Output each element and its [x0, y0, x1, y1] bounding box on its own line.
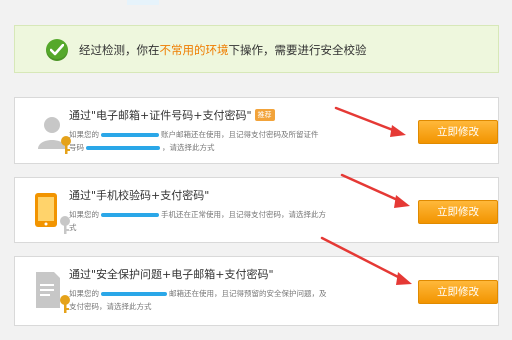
option-title: 通过"安全保护问题+电子邮箱+支付密码" — [69, 268, 274, 281]
desc-line-2: 式 — [69, 223, 77, 232]
option-title: 通过"电子邮箱+证件号码+支付密码" 推荐 — [69, 107, 275, 123]
alert-text-after: 下操作，需要进行安全校验 — [228, 43, 367, 57]
option-description: 如果您的 邮箱还在使用，且记得预留的安全保护问题，及 支付密码，请选择此方式 — [69, 287, 354, 313]
modify-now-button[interactable]: 立即修改 — [418, 280, 498, 304]
option-card-security-question: 通过"安全保护问题+电子邮箱+支付密码" 如果您的 邮箱还在使用，且记得预留的安全… — [14, 256, 499, 326]
top-tab-strip — [127, 0, 159, 5]
desc-prefix: 如果您的 — [69, 289, 99, 298]
option-title: 通过"手机校验码+支付密码" — [69, 189, 210, 202]
alert-message: 经过检测，你在不常用的环境下操作，需要进行安全校验 — [79, 42, 367, 58]
option-card-phone: 通过"手机校验码+支付密码" 如果您的 手机还在正常使用，且记得支付密码，请选择此… — [14, 177, 499, 243]
desc-line-1: 邮箱还在使用，且记得预留的安全保护问题，及 — [169, 289, 327, 298]
redacted-info — [101, 213, 159, 217]
alert-text-highlight: 不常用的环境 — [159, 43, 229, 57]
modify-now-button[interactable]: 立即修改 — [418, 120, 498, 144]
desc-line-2: 支付密码，请选择此方式 — [69, 302, 152, 311]
desc-line-2b: ，请选择此方式 — [162, 143, 215, 152]
modify-now-button[interactable]: 立即修改 — [418, 200, 498, 224]
check-circle-icon — [46, 39, 68, 61]
recommend-badge: 推荐 — [254, 109, 275, 121]
option-card-email: 通过"电子邮箱+证件号码+支付密码" 推荐 如果您的 账户邮箱还在使用，且记得支付密… — [14, 97, 499, 164]
desc-prefix: 如果您的 — [69, 130, 99, 139]
redacted-info — [101, 133, 159, 137]
option-description: 如果您的 账户邮箱还在使用，且记得支付密码及所留证件 号码 ，请选择此方式 — [69, 128, 354, 154]
desc-line-1: 账户邮箱还在使用，且记得支付密码及所留证件 — [161, 130, 319, 139]
security-alert: 经过检测，你在不常用的环境下操作，需要进行安全校验 — [14, 25, 499, 73]
alert-text-before: 经过检测，你在 — [79, 43, 160, 57]
desc-line-2a: 号码 — [69, 143, 84, 152]
option-description: 如果您的 手机还在正常使用，且记得支付密码，请选择此方 式 — [69, 208, 354, 234]
desc-prefix: 如果您的 — [69, 210, 99, 219]
option-title-text: 通过"电子邮箱+证件号码+支付密码" — [69, 109, 252, 122]
redacted-info — [101, 292, 167, 296]
redacted-info — [86, 146, 160, 150]
desc-line-1: 手机还在正常使用，且记得支付密码，请选择此方 — [161, 210, 326, 219]
